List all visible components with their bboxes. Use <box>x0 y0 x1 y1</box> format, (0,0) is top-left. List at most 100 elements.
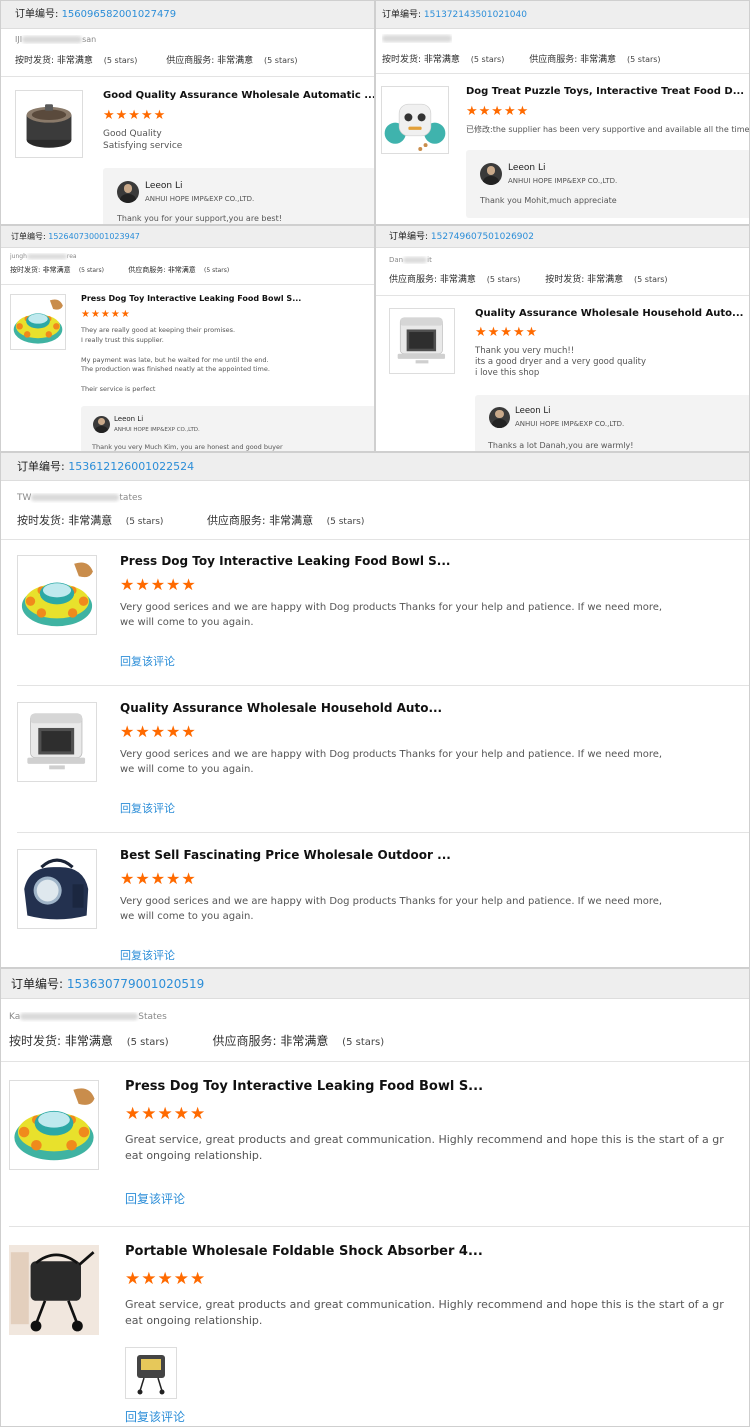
reply-to-review-link[interactable]: 回复该评论 <box>120 800 175 816</box>
buyer-name-blur <box>403 257 428 263</box>
service-stars: (5 stars) <box>627 55 661 64</box>
product-picture <box>10 1081 98 1169</box>
delivery-rating: 非常满意 <box>587 275 624 285</box>
comment-line: Satisfying service <box>103 140 183 151</box>
reply-text: Thank you for your support,you are best! <box>117 214 282 223</box>
product-title[interactable]: Good Quality Assurance Wholesale Automat… <box>103 90 374 101</box>
reply-name: Leeon Li <box>515 406 551 416</box>
comment-line: Great service, great products and great … <box>125 1298 724 1311</box>
reply-company: ANHUI HOPE IMP&EXP CO.,LTD. <box>515 420 625 428</box>
rating-stars: ★★★★★ <box>120 722 197 741</box>
review-comment: Great service, great products and great … <box>125 1132 724 1164</box>
rating-stars: ★★★★★ <box>125 1269 207 1289</box>
comment-line: its a good dryer and a very good quality <box>475 357 647 368</box>
buyer-name-visible: Ka <box>9 1012 21 1022</box>
product-image[interactable] <box>9 1080 99 1170</box>
reply-text: Thank you very Much Kim, you are honest … <box>92 443 283 451</box>
buyer-name-blur <box>382 35 452 42</box>
comment-line: They are really good at keeping their pr… <box>81 326 236 334</box>
review-comment: Very good serices and we are happy with … <box>120 748 662 777</box>
buyer-name-blur <box>20 1013 139 1020</box>
product-picture <box>18 850 96 928</box>
product-title[interactable]: Dog Treat Puzzle Toys, Interactive Treat… <box>466 86 744 97</box>
comment-line: Great service, great products and great … <box>125 1133 724 1146</box>
reply-to-review-link[interactable]: 回复该评论 <box>125 1190 185 1207</box>
rating-stars: ★★★★★ <box>103 108 167 123</box>
product-image[interactable] <box>17 702 97 782</box>
buyer-name-visible: jungh <box>10 253 27 260</box>
product-picture <box>382 87 448 153</box>
service-stars: (5 stars) <box>342 1037 385 1048</box>
product-title[interactable]: Press Dog Toy Interactive Leaking Food B… <box>120 554 450 568</box>
delivery-stars: (5 stars) <box>78 267 104 274</box>
order-header: 订单编号: 151372143501021040 <box>376 1 749 29</box>
avatar <box>117 181 139 203</box>
reply-to-review-link[interactable]: 回复该评论 <box>120 653 175 669</box>
product-title[interactable]: Portable Wholesale Foldable Shock Absorb… <box>125 1244 483 1259</box>
review-comment: Very good serices and we are happy with … <box>120 895 662 924</box>
buyer-name-blur <box>22 36 83 43</box>
product-title[interactable]: Best Sell Fascinating Price Wholesale Ou… <box>120 848 451 862</box>
product-image[interactable] <box>17 555 97 635</box>
order-header: 订单编号: 152640730001023947 <box>1 226 374 248</box>
order-header: 订单编号: 153630779001020519 <box>1 969 749 999</box>
order-number[interactable]: 152640730001023947 <box>48 232 140 241</box>
comment-line: My payment was late, but he waited for m… <box>81 355 269 364</box>
order-number[interactable]: 156096582001027479 <box>62 9 177 20</box>
review-photo[interactable] <box>125 1347 177 1399</box>
delivery-label: 按时发货: <box>545 275 588 285</box>
ratings-row: 按时发货: 非常满意 (5 stars) 供应商服务: 非常满意 (5 star… <box>15 53 298 66</box>
product-image[interactable] <box>10 294 66 350</box>
comment-line: Very good serices and we are happy with … <box>120 896 663 907</box>
order-section: 订单编号: 153630779001020519 Ka States 按时发货: … <box>0 968 750 1427</box>
product-image[interactable] <box>15 90 83 158</box>
product-title[interactable]: Quality Assurance Wholesale Household Au… <box>120 701 442 715</box>
product-image[interactable] <box>389 308 455 374</box>
reply-to-review-link[interactable]: 回复该评论 <box>125 1408 185 1425</box>
order-label: 订单编号: <box>382 10 424 20</box>
rating-stars: ★★★★★ <box>125 1104 207 1124</box>
ratings-row: 按时发货: 非常满意 (5 stars) 供应商服务: 非常满意 (5 star… <box>10 265 229 275</box>
product-picture <box>9 1245 99 1335</box>
comment-line: Thank you very much!! <box>475 346 575 356</box>
product-image[interactable] <box>9 1245 99 1335</box>
review-card: 订单编号: 156096582001027479 IJI san 按时发货: 非常… <box>0 0 375 225</box>
product-title[interactable]: Press Dog Toy Interactive Leaking Food B… <box>125 1079 483 1094</box>
product-title[interactable]: Quality Assurance Wholesale Household Au… <box>475 308 743 319</box>
reply-to-review-link[interactable]: 回复该评论 <box>120 947 175 963</box>
reply-text: Thank you Mohit,much appreciate <box>480 196 617 205</box>
product-picture <box>390 309 454 373</box>
order-label: 订单编号: <box>17 460 69 473</box>
delivery-stars: (5 stars) <box>634 275 668 284</box>
service-rating: 非常满意 <box>439 275 476 285</box>
order-number[interactable]: 153630779001020519 <box>67 977 204 991</box>
service-stars: (5 stars) <box>326 517 365 527</box>
order-number[interactable]: 153612126001022524 <box>68 460 194 473</box>
review-comment: Good Quality Satisfying service <box>103 129 182 152</box>
order-number[interactable]: 151372143501021040 <box>424 10 527 20</box>
ratings-row: 按时发货: 非常满意 (5 stars) 供应商服务: 非常满意 (5 star… <box>9 1032 384 1049</box>
service-rating: 非常满意 <box>280 1034 329 1048</box>
delivery-stars: (5 stars) <box>470 55 505 64</box>
delivery-rating: 非常满意 <box>42 266 71 274</box>
buyer-name-blur <box>31 494 120 501</box>
buyer-name-tail: rea <box>66 253 77 260</box>
delivery-rating: 非常满意 <box>56 56 93 66</box>
rating-stars: ★★★★★ <box>475 325 539 340</box>
order-number[interactable]: 152749607501026902 <box>431 232 534 242</box>
divider <box>376 295 749 296</box>
reply-name: Leeon Li <box>114 415 144 423</box>
buyer-name-blur <box>26 254 67 259</box>
product-picture <box>18 556 96 634</box>
rating-stars: ★★★★★ <box>120 575 197 594</box>
service-rating: 非常满意 <box>217 56 254 66</box>
avatar <box>93 416 110 433</box>
order-label: 订单编号: <box>11 232 49 241</box>
comment-line <box>81 375 270 385</box>
product-image[interactable] <box>381 86 449 154</box>
service-label: 供应商服务: <box>529 55 581 65</box>
product-image[interactable] <box>17 849 97 929</box>
service-stars: (5 stars) <box>204 267 230 274</box>
product-title[interactable]: Press Dog Toy Interactive Leaking Food B… <box>81 294 301 303</box>
avatar <box>489 407 510 428</box>
